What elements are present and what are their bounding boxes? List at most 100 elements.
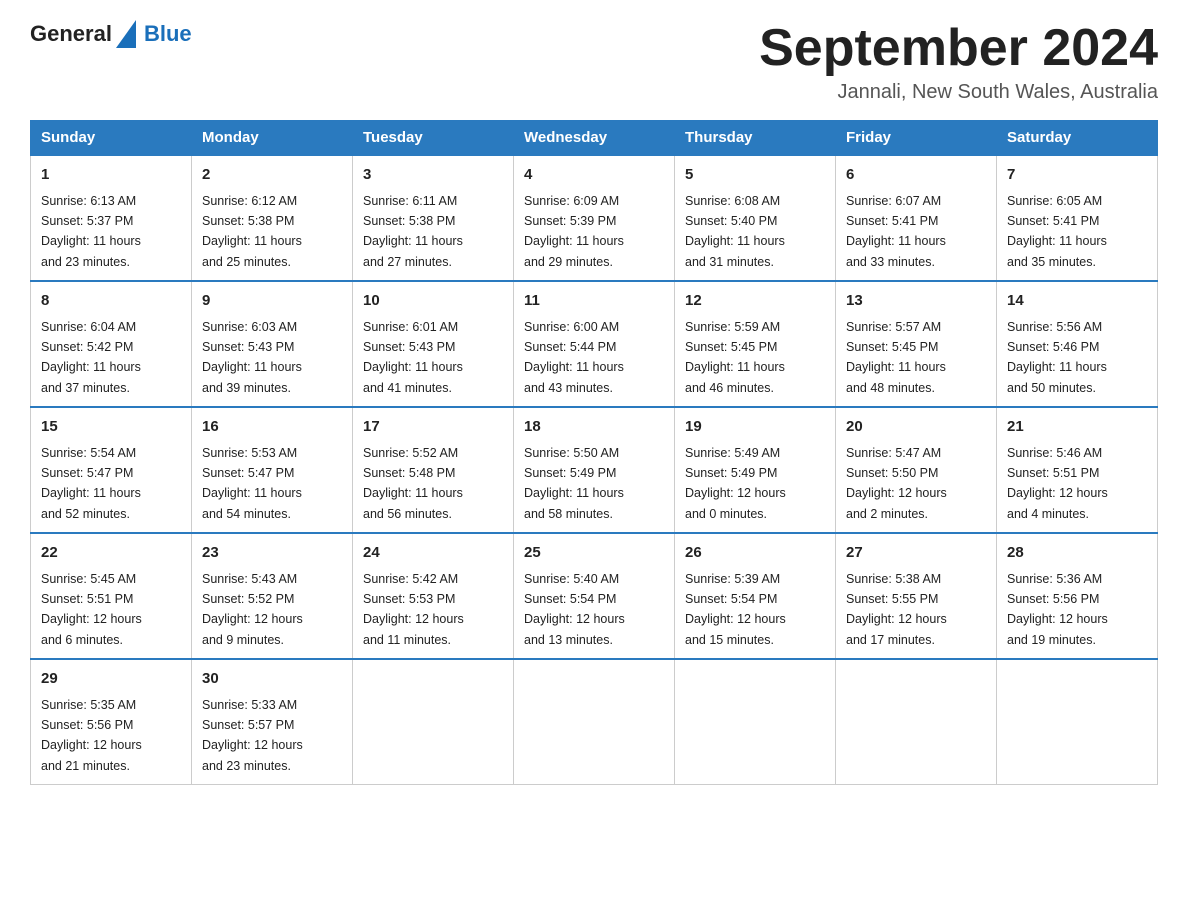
calendar-cell: 30 Sunrise: 5:33 AMSunset: 5:57 PMDaylig… <box>192 659 353 785</box>
day-number: 21 <box>1007 416 1147 439</box>
day-info: Sunrise: 5:43 AMSunset: 5:52 PMDaylight:… <box>202 572 303 647</box>
day-number: 29 <box>41 668 181 691</box>
week-row-4: 22 Sunrise: 5:45 AMSunset: 5:51 PMDaylig… <box>31 533 1158 659</box>
day-number: 10 <box>363 290 503 313</box>
day-info: Sunrise: 6:01 AMSunset: 5:43 PMDaylight:… <box>363 320 463 395</box>
day-info: Sunrise: 6:11 AMSunset: 5:38 PMDaylight:… <box>363 194 463 269</box>
calendar-cell: 28 Sunrise: 5:36 AMSunset: 5:56 PMDaylig… <box>997 533 1158 659</box>
day-number: 11 <box>524 290 664 313</box>
day-number: 24 <box>363 542 503 565</box>
calendar-cell: 15 Sunrise: 5:54 AMSunset: 5:47 PMDaylig… <box>31 407 192 533</box>
calendar-cell <box>675 659 836 785</box>
day-number: 20 <box>846 416 986 439</box>
day-number: 6 <box>846 164 986 187</box>
calendar-cell: 24 Sunrise: 5:42 AMSunset: 5:53 PMDaylig… <box>353 533 514 659</box>
header-wednesday: Wednesday <box>514 121 675 156</box>
day-number: 19 <box>685 416 825 439</box>
calendar-cell: 7 Sunrise: 6:05 AMSunset: 5:41 PMDayligh… <box>997 155 1158 281</box>
calendar-cell: 8 Sunrise: 6:04 AMSunset: 5:42 PMDayligh… <box>31 281 192 407</box>
day-number: 5 <box>685 164 825 187</box>
day-number: 9 <box>202 290 342 313</box>
logo-text-general: General <box>30 21 112 47</box>
calendar-cell <box>836 659 997 785</box>
logo: General Blue <box>30 20 192 48</box>
calendar-cell: 19 Sunrise: 5:49 AMSunset: 5:49 PMDaylig… <box>675 407 836 533</box>
day-number: 3 <box>363 164 503 187</box>
day-number: 12 <box>685 290 825 313</box>
day-number: 18 <box>524 416 664 439</box>
logo-triangle-icon <box>116 20 136 48</box>
day-info: Sunrise: 5:46 AMSunset: 5:51 PMDaylight:… <box>1007 446 1108 521</box>
calendar-cell: 21 Sunrise: 5:46 AMSunset: 5:51 PMDaylig… <box>997 407 1158 533</box>
calendar-cell: 13 Sunrise: 5:57 AMSunset: 5:45 PMDaylig… <box>836 281 997 407</box>
day-info: Sunrise: 6:09 AMSunset: 5:39 PMDaylight:… <box>524 194 624 269</box>
calendar-cell <box>353 659 514 785</box>
calendar-cell: 9 Sunrise: 6:03 AMSunset: 5:43 PMDayligh… <box>192 281 353 407</box>
calendar-cell: 25 Sunrise: 5:40 AMSunset: 5:54 PMDaylig… <box>514 533 675 659</box>
day-info: Sunrise: 5:33 AMSunset: 5:57 PMDaylight:… <box>202 698 303 773</box>
day-number: 26 <box>685 542 825 565</box>
month-title: September 2024 <box>759 20 1158 77</box>
day-info: Sunrise: 5:42 AMSunset: 5:53 PMDaylight:… <box>363 572 464 647</box>
calendar-cell: 4 Sunrise: 6:09 AMSunset: 5:39 PMDayligh… <box>514 155 675 281</box>
logo-text-blue: Blue <box>144 21 192 47</box>
day-number: 1 <box>41 164 181 187</box>
day-info: Sunrise: 5:39 AMSunset: 5:54 PMDaylight:… <box>685 572 786 647</box>
calendar-table: SundayMondayTuesdayWednesdayThursdayFrid… <box>30 120 1158 785</box>
day-number: 7 <box>1007 164 1147 187</box>
day-info: Sunrise: 5:47 AMSunset: 5:50 PMDaylight:… <box>846 446 947 521</box>
header-thursday: Thursday <box>675 121 836 156</box>
day-info: Sunrise: 6:13 AMSunset: 5:37 PMDaylight:… <box>41 194 141 269</box>
header-saturday: Saturday <box>997 121 1158 156</box>
day-number: 30 <box>202 668 342 691</box>
calendar-cell: 2 Sunrise: 6:12 AMSunset: 5:38 PMDayligh… <box>192 155 353 281</box>
day-info: Sunrise: 5:35 AMSunset: 5:56 PMDaylight:… <box>41 698 142 773</box>
day-info: Sunrise: 6:04 AMSunset: 5:42 PMDaylight:… <box>41 320 141 395</box>
day-info: Sunrise: 5:56 AMSunset: 5:46 PMDaylight:… <box>1007 320 1107 395</box>
calendar-cell: 1 Sunrise: 6:13 AMSunset: 5:37 PMDayligh… <box>31 155 192 281</box>
calendar-cell: 20 Sunrise: 5:47 AMSunset: 5:50 PMDaylig… <box>836 407 997 533</box>
day-number: 25 <box>524 542 664 565</box>
day-info: Sunrise: 5:57 AMSunset: 5:45 PMDaylight:… <box>846 320 946 395</box>
calendar-cell: 11 Sunrise: 6:00 AMSunset: 5:44 PMDaylig… <box>514 281 675 407</box>
day-number: 13 <box>846 290 986 313</box>
week-row-1: 1 Sunrise: 6:13 AMSunset: 5:37 PMDayligh… <box>31 155 1158 281</box>
header-sunday: Sunday <box>31 121 192 156</box>
day-info: Sunrise: 5:59 AMSunset: 5:45 PMDaylight:… <box>685 320 785 395</box>
day-number: 2 <box>202 164 342 187</box>
page-header: General Blue September 2024 Jannali, New… <box>30 20 1158 104</box>
day-info: Sunrise: 6:03 AMSunset: 5:43 PMDaylight:… <box>202 320 302 395</box>
calendar-cell: 29 Sunrise: 5:35 AMSunset: 5:56 PMDaylig… <box>31 659 192 785</box>
day-info: Sunrise: 5:38 AMSunset: 5:55 PMDaylight:… <box>846 572 947 647</box>
calendar-cell: 22 Sunrise: 5:45 AMSunset: 5:51 PMDaylig… <box>31 533 192 659</box>
day-info: Sunrise: 5:36 AMSunset: 5:56 PMDaylight:… <box>1007 572 1108 647</box>
calendar-cell: 23 Sunrise: 5:43 AMSunset: 5:52 PMDaylig… <box>192 533 353 659</box>
header-friday: Friday <box>836 121 997 156</box>
day-info: Sunrise: 5:49 AMSunset: 5:49 PMDaylight:… <box>685 446 786 521</box>
day-number: 4 <box>524 164 664 187</box>
week-row-3: 15 Sunrise: 5:54 AMSunset: 5:47 PMDaylig… <box>31 407 1158 533</box>
day-info: Sunrise: 6:07 AMSunset: 5:41 PMDaylight:… <box>846 194 946 269</box>
calendar-cell: 27 Sunrise: 5:38 AMSunset: 5:55 PMDaylig… <box>836 533 997 659</box>
calendar-cell: 12 Sunrise: 5:59 AMSunset: 5:45 PMDaylig… <box>675 281 836 407</box>
day-info: Sunrise: 5:40 AMSunset: 5:54 PMDaylight:… <box>524 572 625 647</box>
week-row-2: 8 Sunrise: 6:04 AMSunset: 5:42 PMDayligh… <box>31 281 1158 407</box>
day-number: 14 <box>1007 290 1147 313</box>
day-number: 23 <box>202 542 342 565</box>
calendar-cell: 26 Sunrise: 5:39 AMSunset: 5:54 PMDaylig… <box>675 533 836 659</box>
calendar-cell: 18 Sunrise: 5:50 AMSunset: 5:49 PMDaylig… <box>514 407 675 533</box>
day-info: Sunrise: 5:45 AMSunset: 5:51 PMDaylight:… <box>41 572 142 647</box>
location-subtitle: Jannali, New South Wales, Australia <box>759 81 1158 104</box>
day-number: 8 <box>41 290 181 313</box>
calendar-header-row: SundayMondayTuesdayWednesdayThursdayFrid… <box>31 121 1158 156</box>
day-info: Sunrise: 5:54 AMSunset: 5:47 PMDaylight:… <box>41 446 141 521</box>
day-number: 22 <box>41 542 181 565</box>
day-info: Sunrise: 5:50 AMSunset: 5:49 PMDaylight:… <box>524 446 624 521</box>
header-monday: Monday <box>192 121 353 156</box>
calendar-cell: 3 Sunrise: 6:11 AMSunset: 5:38 PMDayligh… <box>353 155 514 281</box>
calendar-cell: 6 Sunrise: 6:07 AMSunset: 5:41 PMDayligh… <box>836 155 997 281</box>
week-row-5: 29 Sunrise: 5:35 AMSunset: 5:56 PMDaylig… <box>31 659 1158 785</box>
day-info: Sunrise: 6:00 AMSunset: 5:44 PMDaylight:… <box>524 320 624 395</box>
day-info: Sunrise: 6:05 AMSunset: 5:41 PMDaylight:… <box>1007 194 1107 269</box>
day-number: 15 <box>41 416 181 439</box>
